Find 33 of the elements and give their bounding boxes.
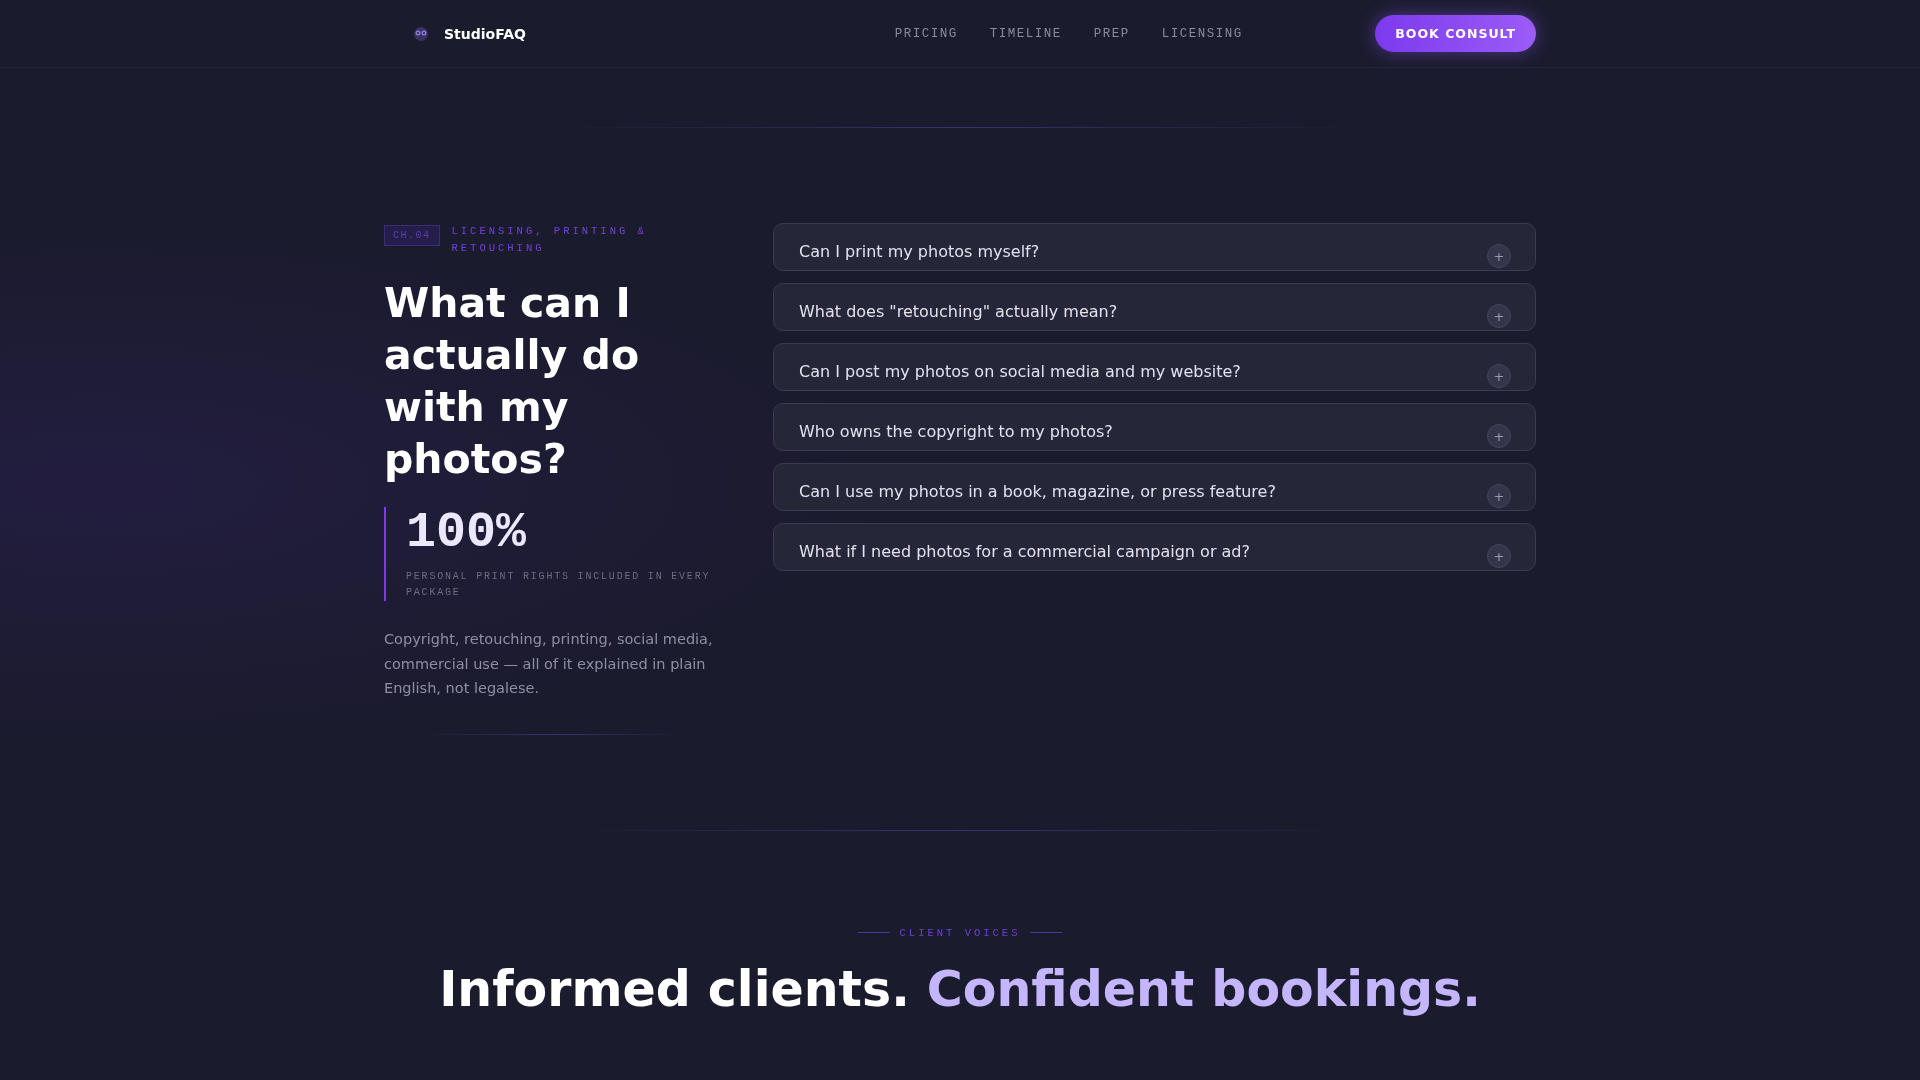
expand-toggle[interactable]: + — [1487, 484, 1511, 508]
faq-item[interactable]: What does "retouching" actually mean? + — [773, 283, 1536, 331]
book-consult-button[interactable]: BOOK CONSULT — [1375, 15, 1536, 52]
chapter-badge: CH.04 — [384, 225, 440, 246]
section-title: What can I actually do with my photos? — [384, 278, 641, 485]
intro-paragraph: Copyright, retouching, printing, social media, commercial use — all of it explained in plain English, not legalese. — [384, 630, 714, 698]
faq-item[interactable]: Can I use my photos in a book, magazine, or press feature? + — [773, 463, 1536, 511]
faq-question: Can I post my photos on social media and my website? — [799, 361, 1241, 381]
testimonials-heading: Informed clients. Confident bookings. — [439, 960, 1481, 1018]
nav-link[interactable]: PREP — [1093, 26, 1130, 41]
faq-question: What if I need photos for a commercial campaign or ad? — [799, 541, 1250, 561]
brand-name: StudioFAQ — [444, 25, 526, 42]
faq-question: Can I use my photos in a book, magazine, or press feature? — [799, 481, 1276, 501]
section-eyebrow: LICENSING, PRINTING & RETOUCHING — [451, 224, 648, 256]
nav-link[interactable]: PRICING — [894, 26, 958, 41]
expand-toggle[interactable]: + — [1487, 424, 1511, 448]
nav-link[interactable]: TIMELINE — [989, 26, 1062, 41]
section-eyebrow: CLIENT VOICES — [899, 926, 1021, 939]
faq-question: Who owns the copyright to my photos? — [799, 421, 1113, 441]
nav-link[interactable]: LICENSING — [1161, 26, 1243, 41]
expand-toggle[interactable]: + — [1487, 544, 1511, 568]
expand-toggle[interactable]: + — [1487, 244, 1511, 268]
faq-item[interactable]: Can I print my photos myself? + — [773, 223, 1536, 271]
stat-caption: PERSONAL PRINT RIGHTS INCLUDED IN EVERY PACKAGE — [406, 570, 712, 600]
faq-item[interactable]: What if I need photos for a commercial campaign or ad? + — [773, 523, 1536, 571]
owl-logo-icon — [412, 24, 430, 43]
expand-toggle[interactable]: + — [1487, 364, 1511, 388]
expand-toggle[interactable]: + — [1487, 304, 1511, 328]
faq-question: What does "retouching" actually mean? — [799, 301, 1118, 321]
faq-item[interactable]: Can I post my photos on social media and my website? + — [773, 343, 1536, 391]
faq-question: Can I print my photos myself? — [799, 241, 1040, 261]
faq-item[interactable]: Who owns the copyright to my photos? + — [773, 403, 1536, 451]
stat-value: 100% — [406, 507, 528, 559]
